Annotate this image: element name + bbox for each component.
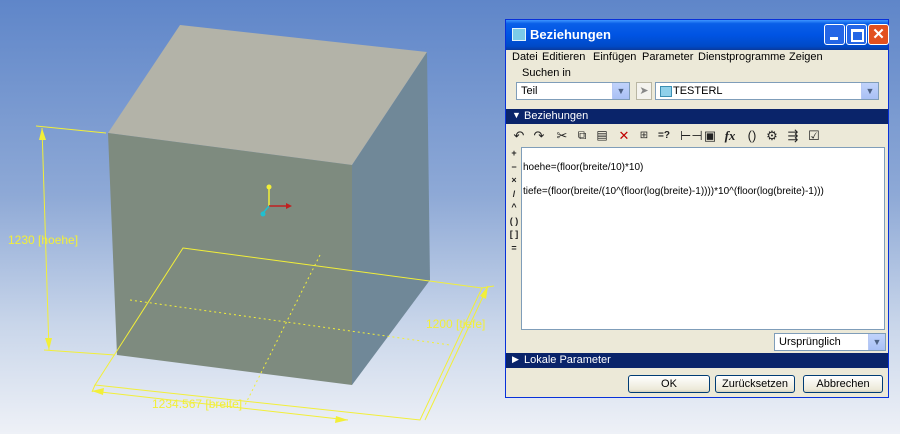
operator-multiply[interactable]: × [509, 175, 519, 189]
tiefe-dim-line [424, 285, 489, 421]
display-mode-value: Ursprünglich [779, 336, 841, 348]
compare-icon[interactable]: =? [656, 127, 672, 144]
tiefe-dimension-label[interactable]: 1200 [tiefe] [426, 317, 485, 331]
operator-column: + − × / ^ ( ) [ ] = [509, 148, 519, 256]
operator-plus[interactable]: + [509, 148, 519, 162]
breite-arrow-right [335, 416, 348, 423]
hoehe-arrow-bottom [45, 338, 52, 350]
measure-icon[interactable]: ⊢⊣ [680, 127, 703, 144]
menu-datei[interactable]: Datei [512, 51, 538, 63]
copy-icon[interactable]: ⧉ [574, 127, 590, 144]
operator-minus[interactable]: − [509, 162, 519, 176]
function-icon[interactable]: fx [722, 127, 738, 144]
expand-triangle-icon: ▶ [512, 354, 519, 364]
type-select-value: Teil [521, 85, 538, 97]
relation-line[interactable]: hoehe=(floor(breite/10)*10) [523, 162, 643, 173]
pointer-arrow-icon: ➤ [639, 85, 649, 97]
relations-editor[interactable]: hoehe=(floor(breite/10)*10) tiefe=(floor… [521, 147, 885, 330]
close-button[interactable]: ✕ [868, 24, 889, 45]
undo-icon[interactable]: ↶ [511, 127, 527, 144]
breite-dimension-label[interactable]: 1234.567 [breite] [152, 397, 242, 411]
menu-parameter[interactable]: Parameter [642, 51, 693, 63]
menu-suchen-in[interactable]: Suchen in [522, 67, 571, 79]
delete-icon[interactable]: ✕ [616, 127, 632, 144]
cube-front-face [108, 133, 352, 385]
hoehe-dimension-label[interactable]: 1230 [hoehe] [8, 233, 78, 247]
close-icon: ✕ [872, 26, 885, 43]
operator-parentheses[interactable]: ( ) [509, 216, 519, 230]
maximize-button[interactable] [846, 24, 867, 45]
reset-button[interactable]: Zurücksetzen [715, 375, 795, 393]
operator-divide[interactable]: / [509, 189, 519, 203]
menu-zeigen[interactable]: Zeigen [789, 51, 823, 63]
model-select[interactable]: TESTERL ▼ [655, 82, 879, 100]
menu-einfuegen[interactable]: Einfügen [593, 51, 636, 63]
relations-toolbar: ↶ ↷ ✂ ⧉ ▤ ✕ ⊞ =? ⊢⊣ ▣ fx () ⚙ ⇶ ☑ [510, 126, 884, 146]
hoehe-arrow-top [39, 128, 46, 140]
evaluate-icon[interactable]: ⊞ [636, 127, 652, 144]
relation-line[interactable]: tiefe=(floor(breite/(10^(floor(log(breit… [523, 186, 824, 197]
local-params-section-title: Lokale Parameter [524, 354, 611, 366]
display-mode-select[interactable]: Ursprünglich ▼ [774, 333, 886, 351]
brackets-icon[interactable]: () [744, 127, 760, 144]
parameter-icon[interactable]: ⚙ [764, 127, 780, 144]
relations-section-header[interactable]: ▼ Beziehungen [506, 109, 888, 124]
menu-bar: Datei Editieren Einfügen Parameter Diens… [512, 50, 882, 82]
collapse-triangle-icon: ▼ [512, 110, 521, 120]
model-canvas[interactable]: 1230 [hoehe] 1200 [tiefe] 1234.567 [brei… [0, 0, 505, 434]
chevron-down-icon[interactable]: ▼ [612, 83, 629, 99]
hoehe-ext-bottom [43, 349, 116, 356]
chevron-down-icon[interactable]: ▼ [868, 334, 885, 350]
type-select[interactable]: Teil ▼ [516, 82, 630, 100]
menu-dienstprogramme[interactable]: Dienstprogramme [698, 51, 785, 63]
dialog-titlebar[interactable]: Beziehungen ✕ [506, 20, 889, 50]
minimize-button[interactable] [824, 24, 845, 45]
minimize-icon [830, 37, 838, 40]
relations-section-title: Beziehungen [524, 110, 589, 122]
sort-icon[interactable]: ⇶ [785, 127, 801, 144]
cut-icon[interactable]: ✂ [554, 127, 570, 144]
paste-icon[interactable]: ▤ [594, 127, 610, 144]
local-params-section-header[interactable]: ▶ Lokale Parameter [506, 353, 888, 368]
relations-dialog: Beziehungen ✕ Datei Editieren Einfügen P… [505, 19, 889, 398]
chevron-down-icon[interactable]: ▼ [861, 83, 878, 99]
verify-icon[interactable]: ☑ [806, 127, 822, 144]
model-select-value: TESTERL [673, 85, 723, 97]
redo-icon[interactable]: ↷ [531, 127, 547, 144]
hoehe-ext-top [35, 125, 107, 134]
dialog-title: Beziehungen [530, 27, 611, 42]
select-pointer-button[interactable]: ➤ [636, 82, 652, 100]
ok-button[interactable]: OK [628, 375, 710, 393]
dialog-app-icon [512, 28, 526, 41]
operator-equals[interactable]: = [509, 243, 519, 257]
operator-brackets[interactable]: [ ] [509, 229, 519, 243]
operator-power[interactable]: ^ [509, 202, 519, 216]
menu-editieren[interactable]: Editieren [542, 51, 585, 63]
analysis-icon[interactable]: ▣ [702, 127, 718, 144]
cancel-button[interactable]: Abbrechen [803, 375, 883, 393]
maximize-icon [851, 29, 864, 42]
part-icon [660, 86, 672, 97]
